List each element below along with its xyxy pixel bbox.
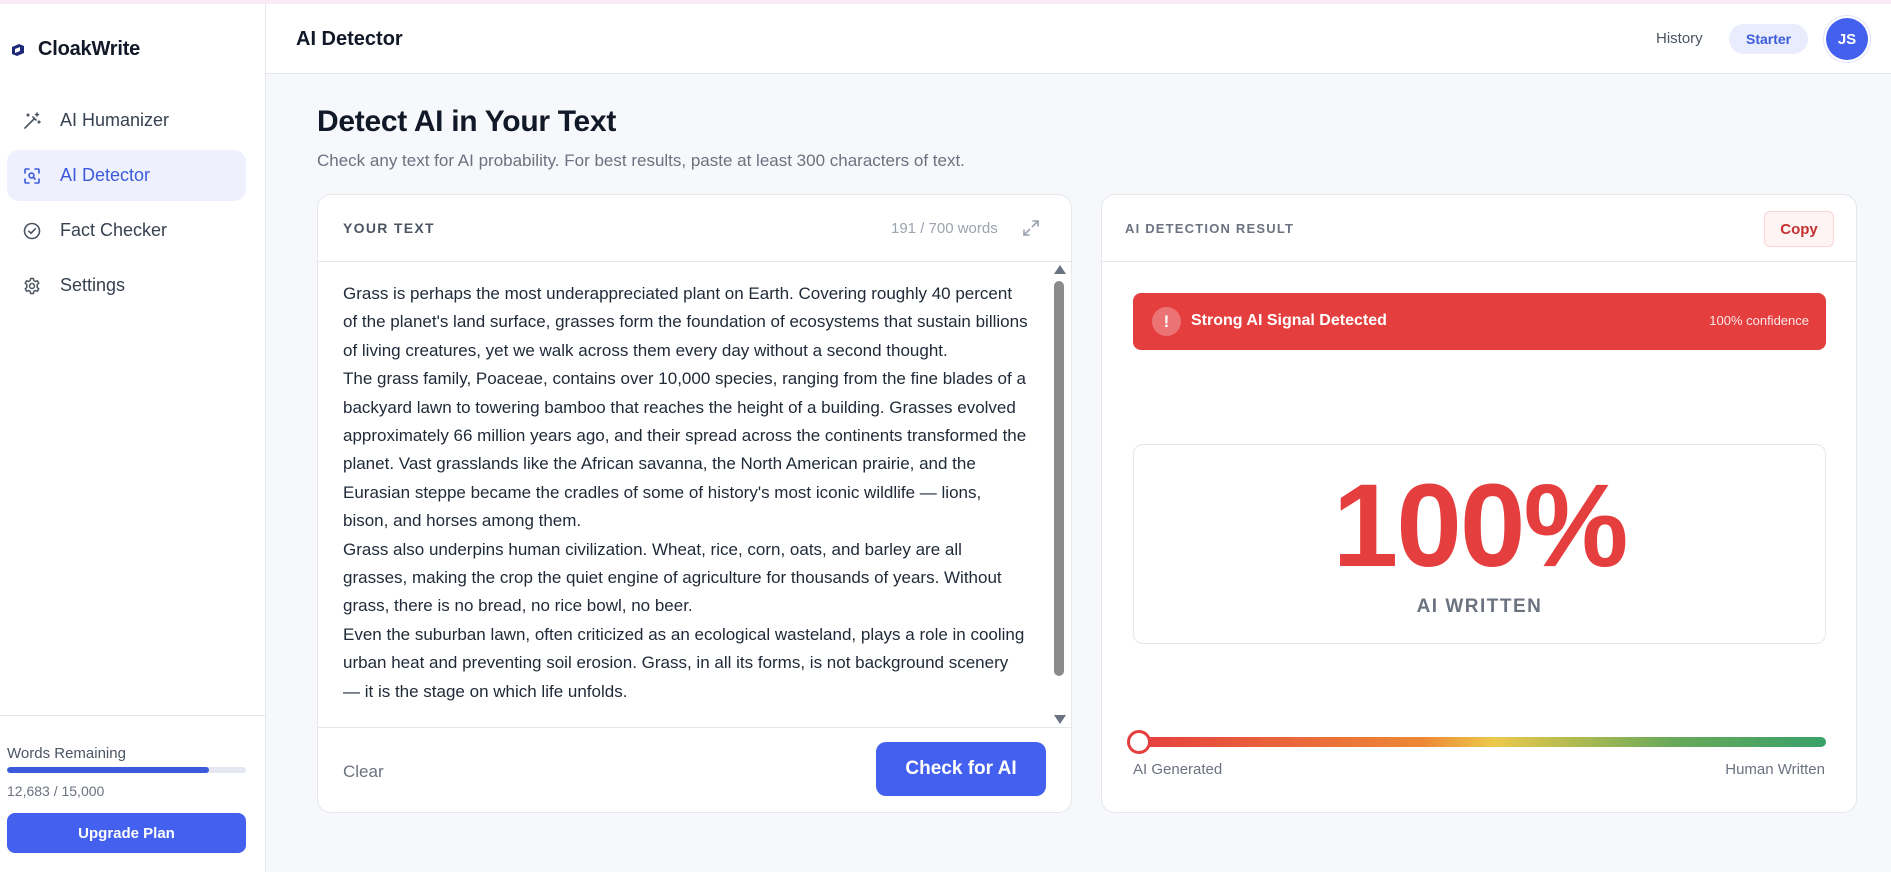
word-count: 191 / 700 words — [891, 220, 998, 237]
sidebar-nav: AI Humanizer AI Detector Fact Checker Se… — [7, 95, 246, 315]
upgrade-plan-button[interactable]: Upgrade Plan — [7, 813, 246, 853]
sidebar-item-label: AI Humanizer — [60, 110, 170, 130]
text-paragraph: Even the suburban lawn, often criticized… — [343, 624, 1025, 701]
result-card-header: AI DETECTION RESULT Copy — [1102, 195, 1856, 262]
detection-result-card: AI DETECTION RESULT Copy ! Strong AI Sig… — [1101, 194, 1857, 813]
scroll-down-arrow-icon[interactable] — [1054, 715, 1066, 724]
text-input-card-footer: Clear Check for AI — [318, 727, 1071, 814]
text-paragraph: The grass family, Poaceae, contains over… — [343, 369, 1027, 531]
result-label: AI DETECTION RESULT — [1125, 221, 1295, 236]
cloak-logo-icon — [10, 42, 26, 58]
words-remaining-label: Words Remaining — [7, 745, 126, 762]
gear-icon — [22, 276, 42, 296]
exclamation-icon: ! — [1152, 307, 1181, 336]
usage-panel: Words Remaining 12,683 / 15,000 Upgrade … — [0, 715, 266, 853]
copy-button[interactable]: Copy — [1764, 211, 1834, 247]
top-header: AI Detector History Starter JS — [266, 4, 1891, 74]
magic-wand-icon — [22, 111, 42, 131]
sidebar-item-settings[interactable]: Settings — [7, 260, 246, 311]
page-subtitle: Check any text for AI probability. For b… — [317, 151, 965, 170]
check-circle-icon — [22, 221, 42, 241]
text-input-area[interactable]: Grass is perhaps the most underappreciat… — [343, 280, 1028, 720]
scrollbar-thumb[interactable] — [1054, 281, 1064, 676]
sidebar-item-ai-detector[interactable]: AI Detector — [7, 150, 246, 201]
sidebar-item-ai-humanizer[interactable]: AI Humanizer — [7, 95, 246, 146]
scroll-up-arrow-icon[interactable] — [1054, 265, 1066, 274]
gauge-ai-label: AI Generated — [1133, 761, 1223, 778]
page-header-title: AI Detector — [296, 28, 403, 50]
clear-button[interactable]: Clear — [343, 762, 384, 782]
words-remaining-count: 12,683 / 15,000 — [7, 783, 105, 799]
user-avatar[interactable]: JS — [1826, 18, 1868, 60]
sidebar-item-label: AI Detector — [60, 165, 151, 185]
text-paragraph: Grass is perhaps the most underappreciat… — [343, 284, 1028, 360]
text-input-card-header: YOUR TEXT 191 / 700 words — [318, 195, 1071, 262]
sidebar: CloakWrite AI Humanizer AI Detector Fact… — [0, 4, 266, 872]
history-link[interactable]: History — [1656, 30, 1703, 47]
sidebar-item-label: Fact Checker — [60, 220, 168, 240]
alert-title: Strong AI Signal Detected — [1191, 312, 1387, 329]
confidence-text: 100% confidence — [1709, 313, 1809, 328]
words-remaining-bar-fill — [7, 767, 210, 773]
ai-human-gauge — [1133, 737, 1826, 747]
gauge-indicator — [1127, 730, 1151, 754]
words-remaining-bar — [7, 767, 246, 773]
sidebar-item-fact-checker[interactable]: Fact Checker — [7, 205, 246, 256]
expand-icon[interactable] — [1020, 217, 1042, 239]
text-input-card: YOUR TEXT 191 / 700 words Grass is perha… — [317, 194, 1072, 813]
gauge-human-label: Human Written — [1725, 761, 1825, 778]
brand[interactable]: CloakWrite — [10, 38, 140, 61]
ai-score: 100% — [1332, 460, 1629, 592]
scan-detect-icon — [22, 166, 42, 186]
plan-badge[interactable]: Starter — [1729, 24, 1809, 54]
sidebar-item-label: Settings — [60, 275, 126, 295]
page-title: Detect AI in Your Text — [317, 105, 617, 138]
brand-name: CloakWrite — [38, 38, 141, 60]
ai-signal-alert: ! Strong AI Signal Detected 100% confide… — [1133, 293, 1826, 350]
text-scrollbar[interactable] — [1052, 265, 1066, 724]
ai-score-label: AI WRITTEN — [1416, 596, 1543, 617]
your-text-label: YOUR TEXT — [343, 220, 435, 236]
score-panel: 100% AI WRITTEN — [1133, 444, 1826, 644]
check-for-ai-button[interactable]: Check for AI — [876, 742, 1046, 796]
text-paragraph: Grass also underpins human civilization.… — [343, 539, 1002, 616]
